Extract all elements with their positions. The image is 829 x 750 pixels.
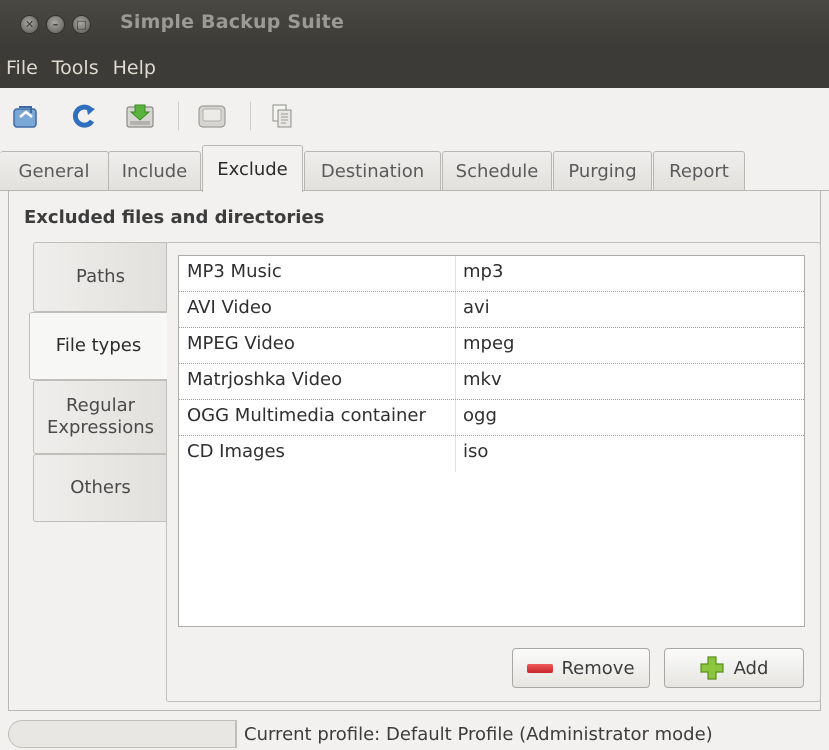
side-tab-regular-expressions[interactable]: Regular Expressions xyxy=(33,380,167,454)
minus-icon xyxy=(527,663,554,673)
tab-schedule[interactable]: Schedule xyxy=(442,151,552,191)
minimize-window-button[interactable]: – xyxy=(46,15,65,34)
list-row[interactable]: MP3 Music mp3 xyxy=(179,256,804,292)
list-row[interactable]: AVI Video avi xyxy=(179,292,804,328)
tab-include[interactable]: Include xyxy=(108,151,201,191)
file-type-name: MP3 Music xyxy=(187,261,282,282)
section-title: Excluded files and directories xyxy=(24,207,325,228)
copy-icon xyxy=(272,104,292,128)
menu-tools[interactable]: Tools xyxy=(52,57,99,79)
list-row[interactable]: MPEG Video mpeg xyxy=(179,328,804,364)
tab-exclude[interactable]: Exclude xyxy=(202,145,303,192)
file-type-extension: iso xyxy=(463,441,489,462)
menu-file[interactable]: File xyxy=(6,57,38,79)
file-type-name: AVI Video xyxy=(187,297,272,318)
status-progress-area xyxy=(8,720,236,748)
file-types-list[interactable]: MP3 Music mp3 AVI Video avi MPEG Video m… xyxy=(178,255,805,627)
copy-button[interactable] xyxy=(266,100,298,132)
plus-icon xyxy=(699,656,724,680)
remove-button-label: Remove xyxy=(561,657,635,679)
file-type-extension: avi xyxy=(463,297,490,318)
window-title: Simple Backup Suite xyxy=(120,11,345,33)
file-type-extension: ogg xyxy=(463,405,497,426)
save-button[interactable] xyxy=(124,100,156,132)
menu-bar: File Tools Help xyxy=(0,48,829,88)
add-button[interactable]: Add xyxy=(664,648,804,688)
drive-button[interactable] xyxy=(196,100,228,132)
backup-now-button[interactable] xyxy=(10,100,42,132)
tab-purging[interactable]: Purging xyxy=(553,151,652,191)
drive-icon xyxy=(198,105,226,128)
status-divider xyxy=(236,720,237,748)
remove-button[interactable]: Remove xyxy=(512,648,650,688)
close-window-button[interactable]: ✕ xyxy=(20,15,39,34)
refresh-button[interactable] xyxy=(68,100,100,132)
file-type-name: Matrjoshka Video xyxy=(187,369,343,390)
file-type-extension: mkv xyxy=(463,369,502,390)
add-button-label: Add xyxy=(733,657,769,679)
list-row[interactable]: OGG Multimedia container ogg xyxy=(179,400,804,436)
list-row[interactable]: Matrjoshka Video mkv xyxy=(179,364,804,400)
file-type-name: MPEG Video xyxy=(187,333,295,354)
toolbar xyxy=(0,88,829,142)
toolbar-separator xyxy=(178,102,179,130)
tab-report[interactable]: Report xyxy=(653,151,745,191)
refresh-icon xyxy=(72,104,95,128)
file-type-name: OGG Multimedia container xyxy=(187,405,426,426)
file-type-extension: mp3 xyxy=(463,261,504,282)
title-bar: ✕ – □ Simple Backup Suite xyxy=(0,0,829,48)
status-bar: Current profile: Default Profile (Admini… xyxy=(0,716,829,750)
side-tab-file-types[interactable]: File types xyxy=(29,312,167,380)
side-tab-paths[interactable]: Paths xyxy=(33,242,167,312)
file-type-name: CD Images xyxy=(187,441,285,462)
tab-bar: General Include Exclude Destination Sche… xyxy=(0,145,829,192)
save-icon xyxy=(126,104,154,128)
tab-general[interactable]: General xyxy=(0,151,109,191)
tab-destination[interactable]: Destination xyxy=(304,151,441,191)
maximize-window-button[interactable]: □ xyxy=(72,15,91,34)
file-type-extension: mpeg xyxy=(463,333,515,354)
status-text: Current profile: Default Profile (Admini… xyxy=(244,724,713,745)
toolbar-separator xyxy=(250,102,251,130)
list-row[interactable]: CD Images iso xyxy=(179,436,804,472)
side-tab-others[interactable]: Others xyxy=(33,454,167,522)
backup-icon xyxy=(13,106,37,128)
menu-help[interactable]: Help xyxy=(113,57,156,79)
